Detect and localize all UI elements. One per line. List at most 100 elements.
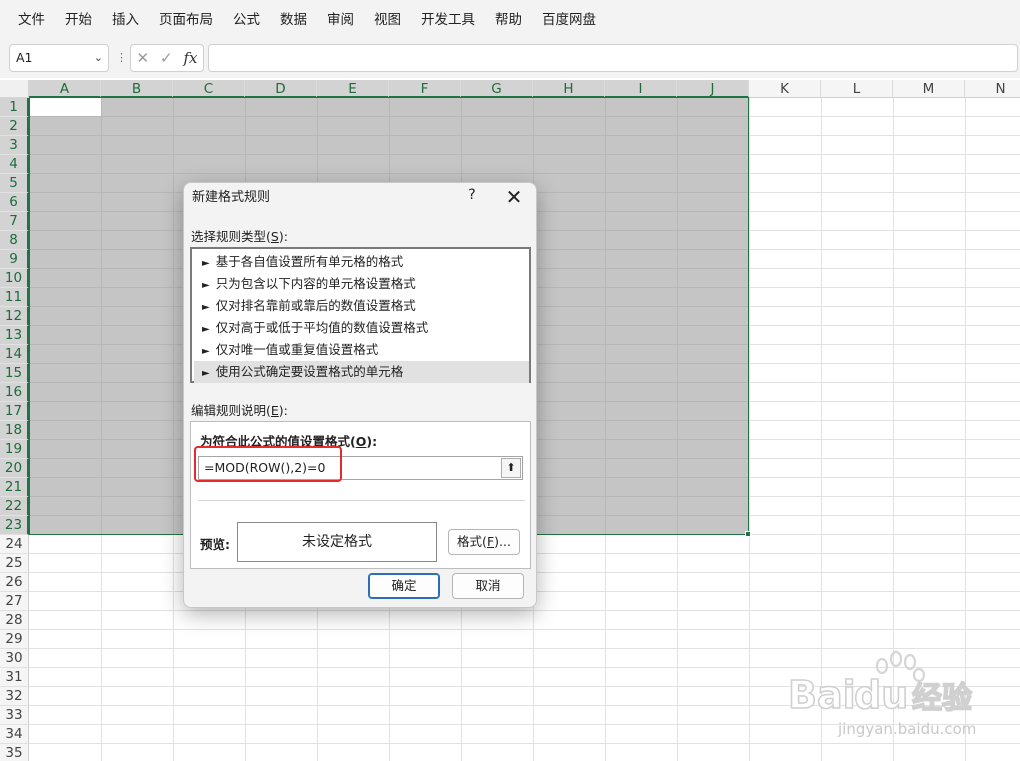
row-header-5[interactable]: 5 (0, 174, 29, 193)
row-header-21[interactable]: 21 (0, 478, 29, 497)
row-header-11[interactable]: 11 (0, 288, 29, 307)
menu-view[interactable]: 视图 (364, 0, 411, 40)
column-header-h[interactable]: H (533, 80, 605, 98)
rule-type-label: 基于各自值设置所有单元格的格式 (215, 254, 404, 269)
row-header-15[interactable]: 15 (0, 364, 29, 383)
row-header-35[interactable]: 35 (0, 744, 29, 761)
rule-type-item[interactable]: ► 仅对高于或低于平均值的数值设置格式 (194, 317, 529, 339)
row-header-19[interactable]: 19 (0, 440, 29, 459)
active-cell[interactable] (30, 98, 101, 116)
format-button[interactable]: 格式(F)... (448, 529, 520, 555)
row-header-2[interactable]: 2 (0, 117, 29, 136)
watermark-brand-cn: 经验 (912, 681, 972, 716)
menu-review[interactable]: 审阅 (317, 0, 364, 40)
cancel-icon[interactable]: ✕ (136, 49, 149, 67)
row-header-17[interactable]: 17 (0, 402, 29, 421)
menu-formulas[interactable]: 公式 (223, 0, 270, 40)
column-header-f[interactable]: F (389, 80, 461, 98)
row-header-10[interactable]: 10 (0, 269, 29, 288)
row-header-1[interactable]: 1 (0, 98, 29, 117)
column-header-d[interactable]: D (245, 80, 317, 98)
ok-button[interactable]: 确定 (368, 573, 440, 599)
menu-file[interactable]: 文件 (8, 0, 55, 40)
rule-type-label: 只为包含以下内容的单元格设置格式 (215, 276, 416, 291)
row-header-29[interactable]: 29 (0, 630, 29, 649)
menu-developer[interactable]: 开发工具 (411, 0, 485, 40)
column-header-e[interactable]: E (317, 80, 389, 98)
rule-type-item[interactable]: ► 只为包含以下内容的单元格设置格式 (194, 273, 529, 295)
column-header-k[interactable]: K (749, 80, 821, 98)
row-header-25[interactable]: 25 (0, 554, 29, 573)
preview-label: 预览: (200, 537, 230, 552)
row-gridline (29, 648, 1020, 649)
name-box-value: A1 (16, 50, 33, 65)
menu-home[interactable]: 开始 (55, 0, 102, 40)
row-header-8[interactable]: 8 (0, 231, 29, 250)
rule-type-label: 使用公式确定要设置格式的单元格 (215, 364, 404, 379)
row-header-20[interactable]: 20 (0, 459, 29, 478)
watermark-brand-b: du (854, 673, 908, 717)
help-icon[interactable]: ? (464, 187, 480, 203)
name-box[interactable]: A1 ⌄ (9, 44, 109, 72)
column-header-a[interactable]: A (29, 80, 101, 98)
menu-page-layout[interactable]: 页面布局 (149, 0, 223, 40)
drag-handle-icon[interactable]: ⋮ (116, 51, 127, 65)
rule-type-item[interactable]: ► 仅对排名靠前或靠后的数值设置格式 (194, 295, 529, 317)
row-header-14[interactable]: 14 (0, 345, 29, 364)
row-header-7[interactable]: 7 (0, 212, 29, 231)
row-header-4[interactable]: 4 (0, 155, 29, 174)
row-header-27[interactable]: 27 (0, 592, 29, 611)
menu-baidu-netdisk[interactable]: 百度网盘 (532, 0, 606, 40)
column-header-m[interactable]: M (893, 80, 965, 98)
close-icon[interactable]: ✕ (502, 183, 526, 211)
watermark-brand-a: Bai (788, 673, 856, 717)
column-header-j[interactable]: J (677, 80, 749, 98)
column-header-g[interactable]: G (461, 80, 533, 98)
row-header-22[interactable]: 22 (0, 497, 29, 516)
formula-highlight-box (194, 446, 342, 482)
row-header-28[interactable]: 28 (0, 611, 29, 630)
excel-window: 文件 开始 插入 页面布局 公式 数据 审阅 视图 开发工具 帮助 百度网盘 A… (0, 0, 1020, 761)
insert-function-icon[interactable]: fx (184, 49, 198, 67)
formula-input[interactable] (208, 44, 1018, 72)
row-gridline (29, 629, 1020, 630)
select-all-corner[interactable] (0, 80, 29, 98)
rule-type-item[interactable]: ► 使用公式确定要设置格式的单元格 (194, 361, 529, 383)
caret-right-icon: ► (202, 258, 210, 269)
column-header-n[interactable]: N (965, 80, 1020, 98)
column-header-b[interactable]: B (101, 80, 173, 98)
row-header-24[interactable]: 24 (0, 535, 29, 554)
menu-help[interactable]: 帮助 (485, 0, 532, 40)
fill-handle[interactable] (745, 531, 751, 537)
caret-right-icon: ► (202, 280, 210, 291)
row-header-18[interactable]: 18 (0, 421, 29, 440)
menu-data[interactable]: 数据 (270, 0, 317, 40)
row-header-12[interactable]: 12 (0, 307, 29, 326)
row-header-13[interactable]: 13 (0, 326, 29, 345)
row-header-32[interactable]: 32 (0, 687, 29, 706)
rule-type-item[interactable]: ► 基于各自值设置所有单元格的格式 (194, 251, 529, 273)
rule-type-label-text: 选择规则类型( (191, 229, 271, 244)
row-header-30[interactable]: 30 (0, 649, 29, 668)
row-header-16[interactable]: 16 (0, 383, 29, 402)
row-header-3[interactable]: 3 (0, 136, 29, 155)
collapse-dialog-icon[interactable]: ⬆ (501, 458, 521, 478)
row-header-9[interactable]: 9 (0, 250, 29, 269)
row-header-34[interactable]: 34 (0, 725, 29, 744)
column-header-c[interactable]: C (173, 80, 245, 98)
enter-icon[interactable]: ✓ (160, 49, 173, 67)
format-button-suffix: )... (494, 534, 511, 549)
row-header-6[interactable]: 6 (0, 193, 29, 212)
row-gridline (29, 610, 1020, 611)
rule-type-item[interactable]: ► 仅对唯一值或重复值设置格式 (194, 339, 529, 361)
chevron-down-icon[interactable]: ⌄ (94, 45, 103, 71)
row-header-31[interactable]: 31 (0, 668, 29, 687)
rule-type-list[interactable]: ► 基于各自值设置所有单元格的格式 ► 只为包含以下内容的单元格设置格式 ► 仅对排名靠前… (190, 247, 531, 383)
row-header-33[interactable]: 33 (0, 706, 29, 725)
row-header-23[interactable]: 23 (0, 516, 29, 535)
row-header-26[interactable]: 26 (0, 573, 29, 592)
column-header-i[interactable]: I (605, 80, 677, 98)
column-header-l[interactable]: L (821, 80, 893, 98)
menu-insert[interactable]: 插入 (102, 0, 149, 40)
cancel-button[interactable]: 取消 (452, 573, 524, 599)
